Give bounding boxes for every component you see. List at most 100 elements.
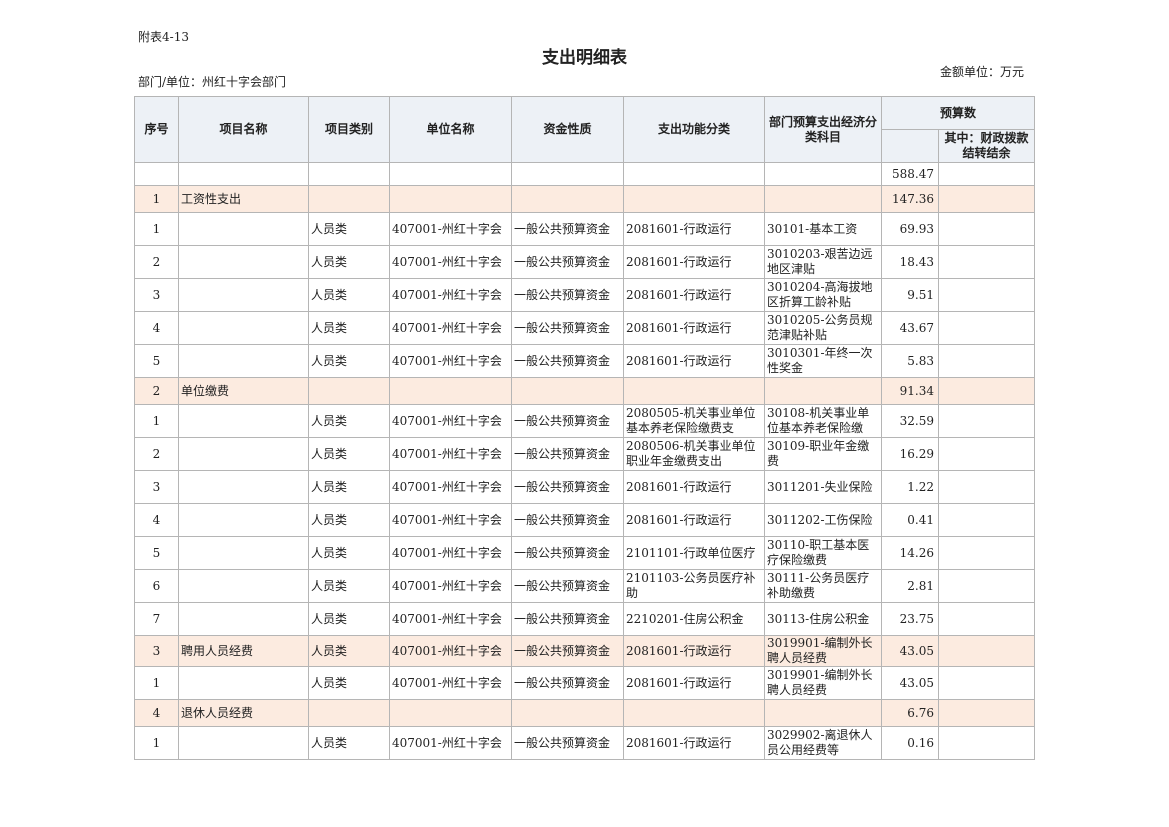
total-type-cell (308, 162, 390, 186)
carryover-cell (938, 536, 1035, 570)
project-name-cell (178, 245, 309, 279)
header-project-type: 项目类别 (308, 96, 390, 163)
carryover-cell (938, 569, 1035, 603)
function-class-cell: 2081601-行政运行 (623, 666, 765, 700)
project-name-cell (178, 212, 309, 246)
total-carryover-cell (938, 162, 1035, 186)
unit-name-cell: 407001-州红十字会 (389, 470, 512, 504)
unit-name-cell: 407001-州红十字会 (389, 404, 512, 438)
unit-name-cell: 407001-州红十字会 (389, 344, 512, 378)
seq-cell: 1 (134, 212, 179, 246)
total-func-cell (623, 162, 765, 186)
fund-nature-cell: 一般公共预算资金 (511, 311, 624, 345)
project-type-cell: 人员类 (308, 212, 390, 246)
econ-class-cell: 3010205-公务员规范津贴补贴 (764, 311, 882, 345)
header-budget: 预算数 (881, 96, 1035, 130)
seq-cell: 6 (134, 569, 179, 603)
seq-cell: 3 (134, 278, 179, 312)
carryover-cell (938, 311, 1035, 345)
table-row: 5 人员类 407001-州红十字会 一般公共预算资金 2101101-行政单位医疗 30… (134, 536, 1035, 570)
category-row: 3 聘用人员经费 人员类 407001-州红十字会 一般公共预算资金 2081601-行政… (134, 635, 1035, 667)
function-class-cell: 2080506-机关事业单位职业年金缴费支出 (623, 437, 765, 471)
econ-class-cell: 3011201-失业保险 (764, 470, 882, 504)
fund-nature-cell: 一般公共预算资金 (511, 666, 624, 700)
unit-name-cell: 407001-州红十字会 (389, 212, 512, 246)
table-row: 3 人员类 407001-州红十字会 一般公共预算资金 2081601-行政运行 3011… (134, 470, 1035, 504)
table-row: 4 人员类 407001-州红十字会 一般公共预算资金 2081601-行政运行 3011… (134, 503, 1035, 537)
function-class-cell: 2081601-行政运行 (623, 726, 765, 760)
econ-class-cell: 3019901-编制外长聘人员经费 (764, 635, 882, 667)
fund-nature-cell: 一般公共预算资金 (511, 437, 624, 471)
expenditure-detail-table: 序号 项目名称 项目类别 单位名称 资金性质 支出功能分类 部门预算支出经济分类… (134, 96, 1035, 760)
project-type-cell: 人员类 (308, 635, 390, 667)
function-class-cell: 2101103-公务员医疗补助 (623, 569, 765, 603)
fund-nature-cell: 一般公共预算资金 (511, 635, 624, 667)
table-row: 3 人员类 407001-州红十字会 一般公共预算资金 2081601-行政运行 3010… (134, 278, 1035, 312)
carryover-cell (938, 185, 1035, 213)
econ-class-cell: 3011202-工伤保险 (764, 503, 882, 537)
fund-nature-cell: 一般公共预算资金 (511, 536, 624, 570)
project-type-cell (308, 185, 390, 213)
seq-cell: 1 (134, 185, 179, 213)
total-amount: 588.47 (881, 162, 939, 186)
amount-cell: 18.43 (881, 245, 939, 279)
amount-cell: 91.34 (881, 377, 939, 405)
table-row: 4 人员类 407001-州红十字会 一般公共预算资金 2081601-行政运行 3010… (134, 311, 1035, 345)
seq-cell: 3 (134, 635, 179, 667)
econ-class-cell (764, 699, 882, 727)
econ-class-cell: 30109-职业年金缴费 (764, 437, 882, 471)
seq-cell: 1 (134, 726, 179, 760)
amount-cell: 14.26 (881, 536, 939, 570)
project-type-cell: 人员类 (308, 470, 390, 504)
amount-cell: 32.59 (881, 404, 939, 438)
project-name-cell (178, 437, 309, 471)
category-row: 1 工资性支出 147.36 (134, 185, 1035, 213)
seq-cell: 4 (134, 699, 179, 727)
project-type-cell: 人员类 (308, 278, 390, 312)
project-name-cell (178, 311, 309, 345)
fund-nature-cell (511, 699, 624, 727)
function-class-cell: 2081601-行政运行 (623, 503, 765, 537)
carryover-cell (938, 278, 1035, 312)
fund-nature-cell: 一般公共预算资金 (511, 726, 624, 760)
project-name-cell (178, 666, 309, 700)
function-class-cell (623, 699, 765, 727)
fund-nature-cell: 一般公共预算资金 (511, 344, 624, 378)
seq-cell: 1 (134, 666, 179, 700)
function-class-cell: 2101101-行政单位医疗 (623, 536, 765, 570)
function-class-cell: 2081601-行政运行 (623, 470, 765, 504)
project-name-cell: 工资性支出 (178, 185, 309, 213)
table-row: 6 人员类 407001-州红十字会 一般公共预算资金 2101103-公务员医疗补助 3… (134, 569, 1035, 603)
total-unit-cell (389, 162, 512, 186)
econ-class-cell (764, 377, 882, 405)
header-seq: 序号 (134, 96, 179, 163)
project-name-cell (178, 278, 309, 312)
table-row: 2 人员类 407001-州红十字会 一般公共预算资金 2080506-机关事业单位职业… (134, 437, 1035, 471)
header-unit-name: 单位名称 (389, 96, 512, 163)
total-seq-cell (134, 162, 179, 186)
unit-name-cell: 407001-州红十字会 (389, 311, 512, 345)
function-class-cell (623, 377, 765, 405)
table-row: 5 人员类 407001-州红十字会 一般公共预算资金 2081601-行政运行 3010… (134, 344, 1035, 378)
fund-nature-cell: 一般公共预算资金 (511, 245, 624, 279)
unit-name-cell: 407001-州红十字会 (389, 503, 512, 537)
econ-class-cell: 3010204-高海拔地区折算工龄补贴 (764, 278, 882, 312)
table-row: 2 人员类 407001-州红十字会 一般公共预算资金 2081601-行政运行 3010… (134, 245, 1035, 279)
project-name-cell (178, 726, 309, 760)
econ-class-cell: 3010203-艰苦边远地区津贴 (764, 245, 882, 279)
table-row: 1 人员类 407001-州红十字会 一般公共预算资金 2080505-机关事业单位基本… (134, 404, 1035, 438)
unit-name-cell: 407001-州红十字会 (389, 602, 512, 636)
project-type-cell: 人员类 (308, 666, 390, 700)
carryover-cell (938, 635, 1035, 667)
seq-cell: 1 (134, 404, 179, 438)
table-row: 7 人员类 407001-州红十字会 一般公共预算资金 2210201-住房公积金 301… (134, 602, 1035, 636)
project-type-cell: 人员类 (308, 536, 390, 570)
econ-class-cell: 3010301-年终一次性奖金 (764, 344, 882, 378)
amount-cell: 23.75 (881, 602, 939, 636)
amount-cell: 9.51 (881, 278, 939, 312)
total-fund-cell (511, 162, 624, 186)
seq-cell: 4 (134, 311, 179, 345)
header-budget-total (881, 129, 939, 163)
amount-cell: 16.29 (881, 437, 939, 471)
table-body: 588.47 1 工资性支出 147.36 1 人员类 407001-州红十字会 一般公共预… (134, 162, 1035, 760)
